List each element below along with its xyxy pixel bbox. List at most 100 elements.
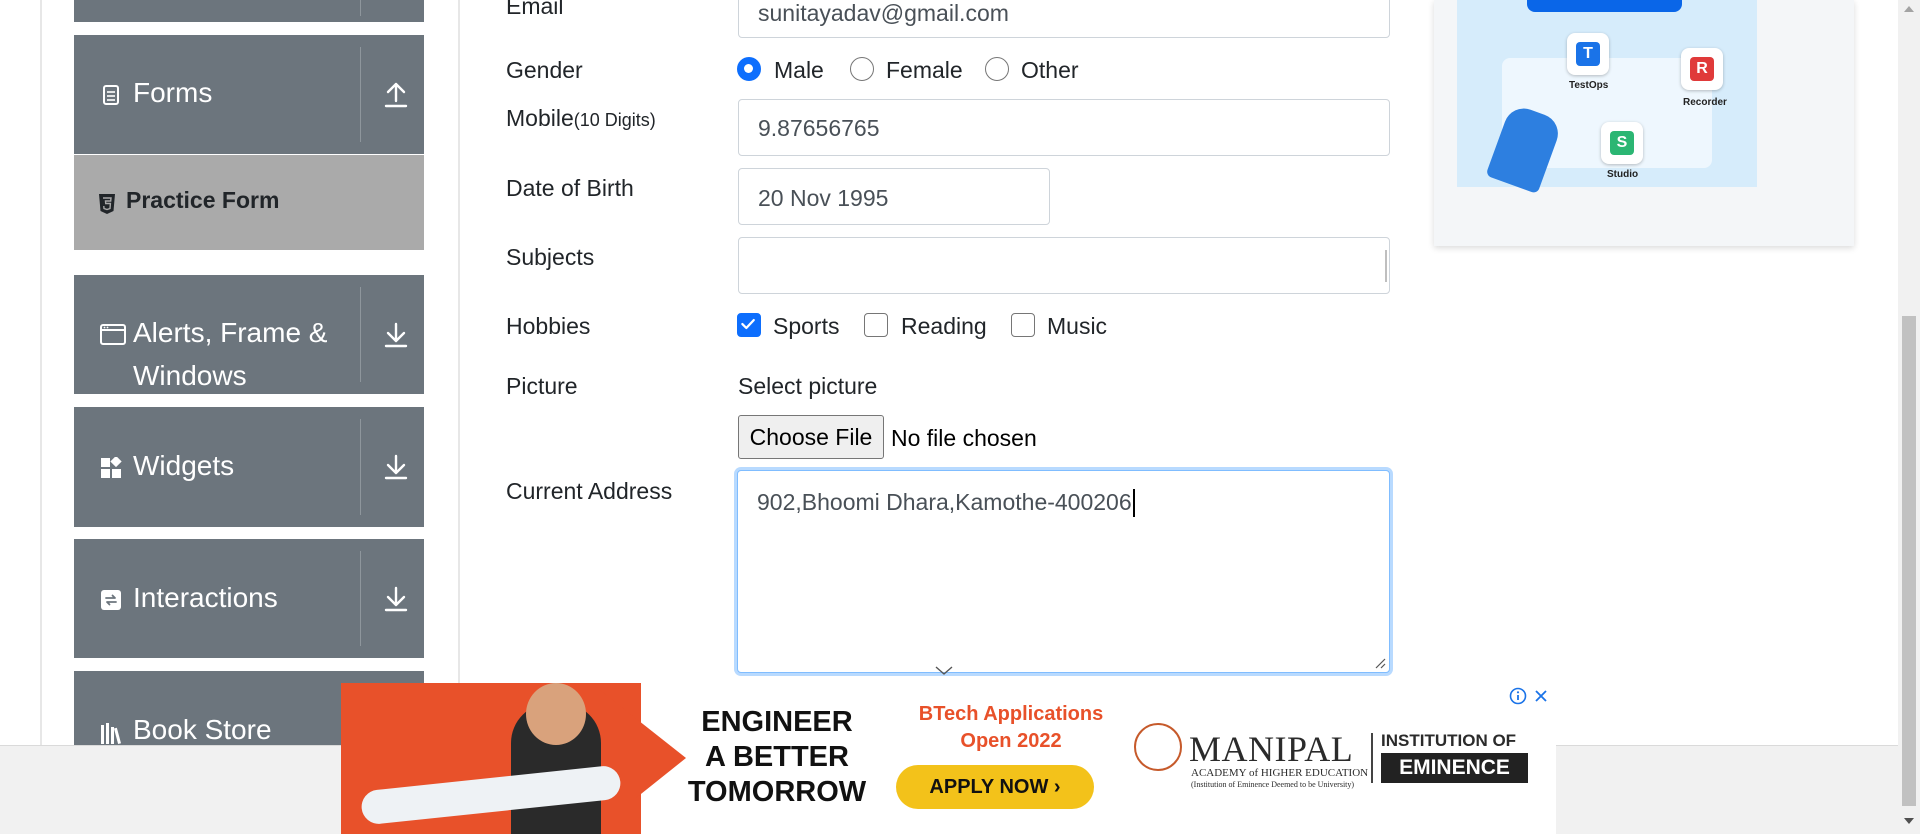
gender-female-radio[interactable] bbox=[850, 57, 874, 81]
banner-sub-line-2: Open 2022 bbox=[960, 730, 1062, 752]
hobby-sports-checkbox[interactable] bbox=[737, 313, 761, 337]
download-arrow-icon[interactable] bbox=[384, 585, 408, 613]
ad-close-icon[interactable] bbox=[1532, 687, 1550, 705]
interactions-icon bbox=[101, 590, 121, 610]
hobby-reading-label[interactable]: Reading bbox=[901, 313, 987, 340]
side-advertisement[interactable]: T TestOps R Recorder S Studio bbox=[1434, 0, 1854, 246]
current-address-label: Current Address bbox=[506, 478, 673, 504]
studio-label: Studio bbox=[1607, 169, 1639, 180]
mobile-label: Mobile(10 Digits) bbox=[506, 105, 656, 132]
sidebar-group-label-line-2: Windows bbox=[133, 360, 247, 391]
practice-form-page: Forms Practice Form Alerts, Frame & Wind… bbox=[0, 0, 1920, 834]
current-address-textarea[interactable]: 902,Bhoomi Dhara,Kamothe-400206 bbox=[737, 470, 1390, 673]
gender-male-label[interactable]: Male bbox=[774, 57, 824, 84]
subjects-label: Subjects bbox=[506, 244, 595, 270]
testops-label: TestOps bbox=[1569, 80, 1609, 91]
books-icon bbox=[101, 723, 122, 744]
scrollbar-thumb[interactable] bbox=[1902, 316, 1916, 806]
sidebar-item-practice-form[interactable]: Practice Form bbox=[74, 155, 424, 250]
ad-info-icon[interactable] bbox=[1509, 687, 1527, 705]
testops-badge: T bbox=[1567, 33, 1609, 75]
file-status: No file chosen bbox=[891, 425, 1037, 451]
dob-label: Date of Birth bbox=[506, 175, 634, 201]
manipal-tag: (Institution of Eminence Deemed to be Un… bbox=[1191, 780, 1355, 789]
manipal-brand: MANIPAL bbox=[1189, 729, 1354, 769]
sidebar-group-label: Widgets bbox=[133, 450, 235, 481]
gender-other-label[interactable]: Other bbox=[1021, 57, 1079, 84]
sidebar-group-label: Book Store bbox=[133, 714, 272, 745]
sidebar-item-label: Practice Form bbox=[126, 187, 280, 213]
banner-person-face bbox=[526, 683, 586, 745]
sidebar-group-alerts[interactable]: Alerts, Frame & Windows bbox=[74, 275, 424, 394]
group-separator bbox=[360, 287, 361, 382]
sidebar-group-label-line-1: Alerts, Frame & bbox=[133, 317, 328, 348]
mobile-value: 9.87656765 bbox=[758, 115, 880, 141]
hobby-music-label[interactable]: Music bbox=[1047, 313, 1107, 340]
ad-illustration: T TestOps R Recorder S Studio bbox=[1457, 0, 1757, 195]
group-separator bbox=[360, 47, 361, 142]
banner-sub-line-1: BTech Applications bbox=[918, 703, 1104, 725]
studio-badge: S bbox=[1601, 122, 1643, 164]
banner-subheadline: BTech Applications Open 2022 bbox=[901, 701, 1121, 755]
page-scrollbar[interactable] bbox=[1898, 0, 1920, 834]
institution-text: INSTITUTION OF bbox=[1381, 731, 1517, 750]
upload-arrow-icon[interactable] bbox=[384, 81, 408, 109]
gender-label: Gender bbox=[506, 57, 583, 83]
content-divider bbox=[458, 0, 460, 745]
select-picture-text: Select picture bbox=[738, 373, 878, 399]
sidebar-group-interactions[interactable]: Interactions bbox=[74, 539, 424, 658]
browser-window-icon bbox=[100, 324, 126, 345]
subjects-scroll-handle bbox=[1385, 250, 1387, 282]
hobby-music-checkbox[interactable] bbox=[1011, 313, 1035, 337]
subjects-field[interactable] bbox=[738, 237, 1390, 294]
group-separator bbox=[360, 0, 361, 16]
ad-cta-button[interactable] bbox=[1527, 0, 1682, 12]
banner-headline: ENGINEER A BETTER TOMORROW bbox=[667, 705, 887, 810]
html5-icon bbox=[99, 194, 115, 214]
banner-headline-line-1: ENGINEER bbox=[701, 706, 853, 738]
sidebar-group-label: Forms bbox=[133, 77, 213, 108]
apply-now-label: APPLY NOW bbox=[929, 776, 1049, 798]
manipal-seal-logo bbox=[1134, 723, 1182, 771]
chevron-right-icon: › bbox=[1053, 776, 1061, 798]
download-arrow-icon[interactable] bbox=[384, 453, 408, 481]
form-icon bbox=[103, 85, 119, 105]
eminence-badge: EMINENCE bbox=[1381, 753, 1528, 783]
banner-advertisement[interactable]: ENGINEER A BETTER TOMORROW BTech Applica… bbox=[341, 683, 1556, 834]
mobile-field[interactable]: 9.87656765 bbox=[738, 99, 1390, 156]
group-separator bbox=[360, 419, 361, 515]
sidebar-group-forms[interactable]: Forms bbox=[74, 35, 424, 154]
banner-headline-line-2: A BETTER bbox=[705, 741, 849, 773]
picture-label: Picture bbox=[506, 373, 578, 399]
choose-file-button[interactable]: Choose File bbox=[738, 415, 884, 459]
current-address-value: 902,Bhoomi Dhara,Kamothe-400206 bbox=[757, 489, 1132, 515]
hobbies-label: Hobbies bbox=[506, 313, 591, 339]
dob-value: 20 Nov 1995 bbox=[758, 185, 889, 211]
hobby-sports-label[interactable]: Sports bbox=[773, 313, 839, 340]
gender-female-label[interactable]: Female bbox=[886, 57, 963, 84]
apply-now-button[interactable]: APPLY NOW › bbox=[896, 765, 1094, 809]
group-separator bbox=[360, 551, 361, 646]
hobby-reading-checkbox[interactable] bbox=[864, 313, 888, 337]
sidebar-group-widgets[interactable]: Widgets bbox=[74, 407, 424, 527]
email-field[interactable]: sunitayadav@gmail.com bbox=[738, 0, 1390, 38]
gender-other-radio[interactable] bbox=[985, 57, 1009, 81]
download-arrow-icon[interactable] bbox=[384, 321, 408, 349]
recorder-label: Recorder bbox=[1683, 97, 1727, 108]
email-value: sunitayadav@gmail.com bbox=[758, 0, 1009, 26]
scroll-up-arrow-icon[interactable] bbox=[1904, 6, 1914, 12]
gender-male-radio[interactable] bbox=[737, 57, 761, 81]
scroll-down-arrow-icon[interactable] bbox=[1904, 818, 1914, 824]
resize-handle-icon[interactable] bbox=[1374, 657, 1386, 669]
mobile-label-text: Mobile bbox=[506, 105, 574, 131]
email-label: Email bbox=[506, 0, 564, 19]
sidebar-group-elements[interactable] bbox=[74, 0, 424, 22]
studio-badge-letter: S bbox=[1610, 131, 1634, 155]
manipal-sub: ACADEMY of HIGHER EDUCATION bbox=[1191, 767, 1369, 779]
testops-badge-letter: T bbox=[1576, 42, 1600, 66]
dob-field[interactable]: 20 Nov 1995 bbox=[738, 168, 1050, 225]
checkmark-icon bbox=[741, 318, 755, 330]
banner-headline-line-3: TOMORROW bbox=[687, 776, 867, 808]
left-divider bbox=[40, 0, 42, 745]
chevron-down-icon bbox=[935, 666, 953, 675]
